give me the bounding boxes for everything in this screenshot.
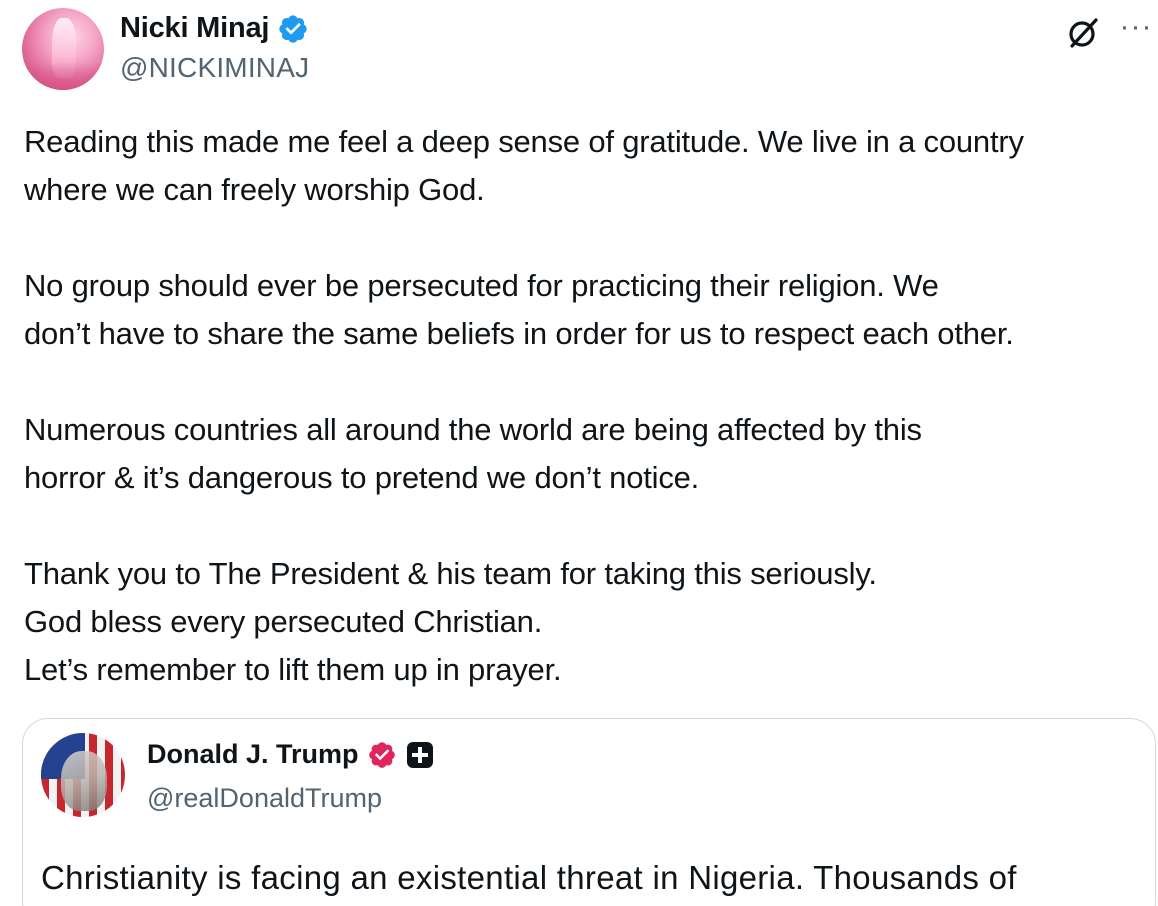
author-name-row: Nicki Minaj [120,12,309,45]
tweet-line: Thank you to The President & his team fo… [24,556,877,591]
tweet-card: Nicki Minaj @NICKIMINAJ ··· Reading this… [0,0,1158,906]
tweet-text: Reading this made me feel a deep sense o… [24,118,1158,694]
author-display-name[interactable]: Nicki Minaj [120,12,269,45]
author-avatar[interactable] [22,8,104,90]
tweet-line: Numerous countries all around the world … [24,412,922,447]
tweet-line: God bless every persecuted Christian. [24,604,543,639]
quoted-handle[interactable]: @realDonaldTrump [147,783,382,814]
more-horizontal-icon[interactable]: ··· [1116,12,1156,48]
quoted-author-avatar[interactable] [41,733,125,817]
tweet-line: Let’s remember to lift them up in prayer… [24,652,562,687]
avatar-shade [22,62,104,90]
government-badge-icon [368,741,395,768]
verified-badge-icon [279,14,307,43]
avatar-portrait [61,751,107,811]
author-handle[interactable]: @NICKIMINAJ [120,52,309,84]
grok-slash-circle-icon[interactable] [1064,14,1102,52]
quoted-name-row: Donald J. Trump [147,739,435,770]
quoted-text: Christianity is facing an existential th… [41,859,1017,896]
quoted-display-name[interactable]: Donald J. Trump [147,739,359,770]
tweet-line: No group should ever be persecuted for p… [24,268,939,303]
tweet-line: where we can freely worship God. [24,172,485,207]
tweet-line: don’t have to share the same beliefs in … [24,316,1014,351]
affiliate-plus-badge-icon [406,741,433,768]
tweet-line: Reading this made me feel a deep sense o… [24,124,1024,159]
quoted-tweet-card[interactable]: Donald J. Trump @realDonaldTrump Christi… [22,718,1156,906]
tweet-line: horror & it’s dangerous to pretend we do… [24,460,700,495]
